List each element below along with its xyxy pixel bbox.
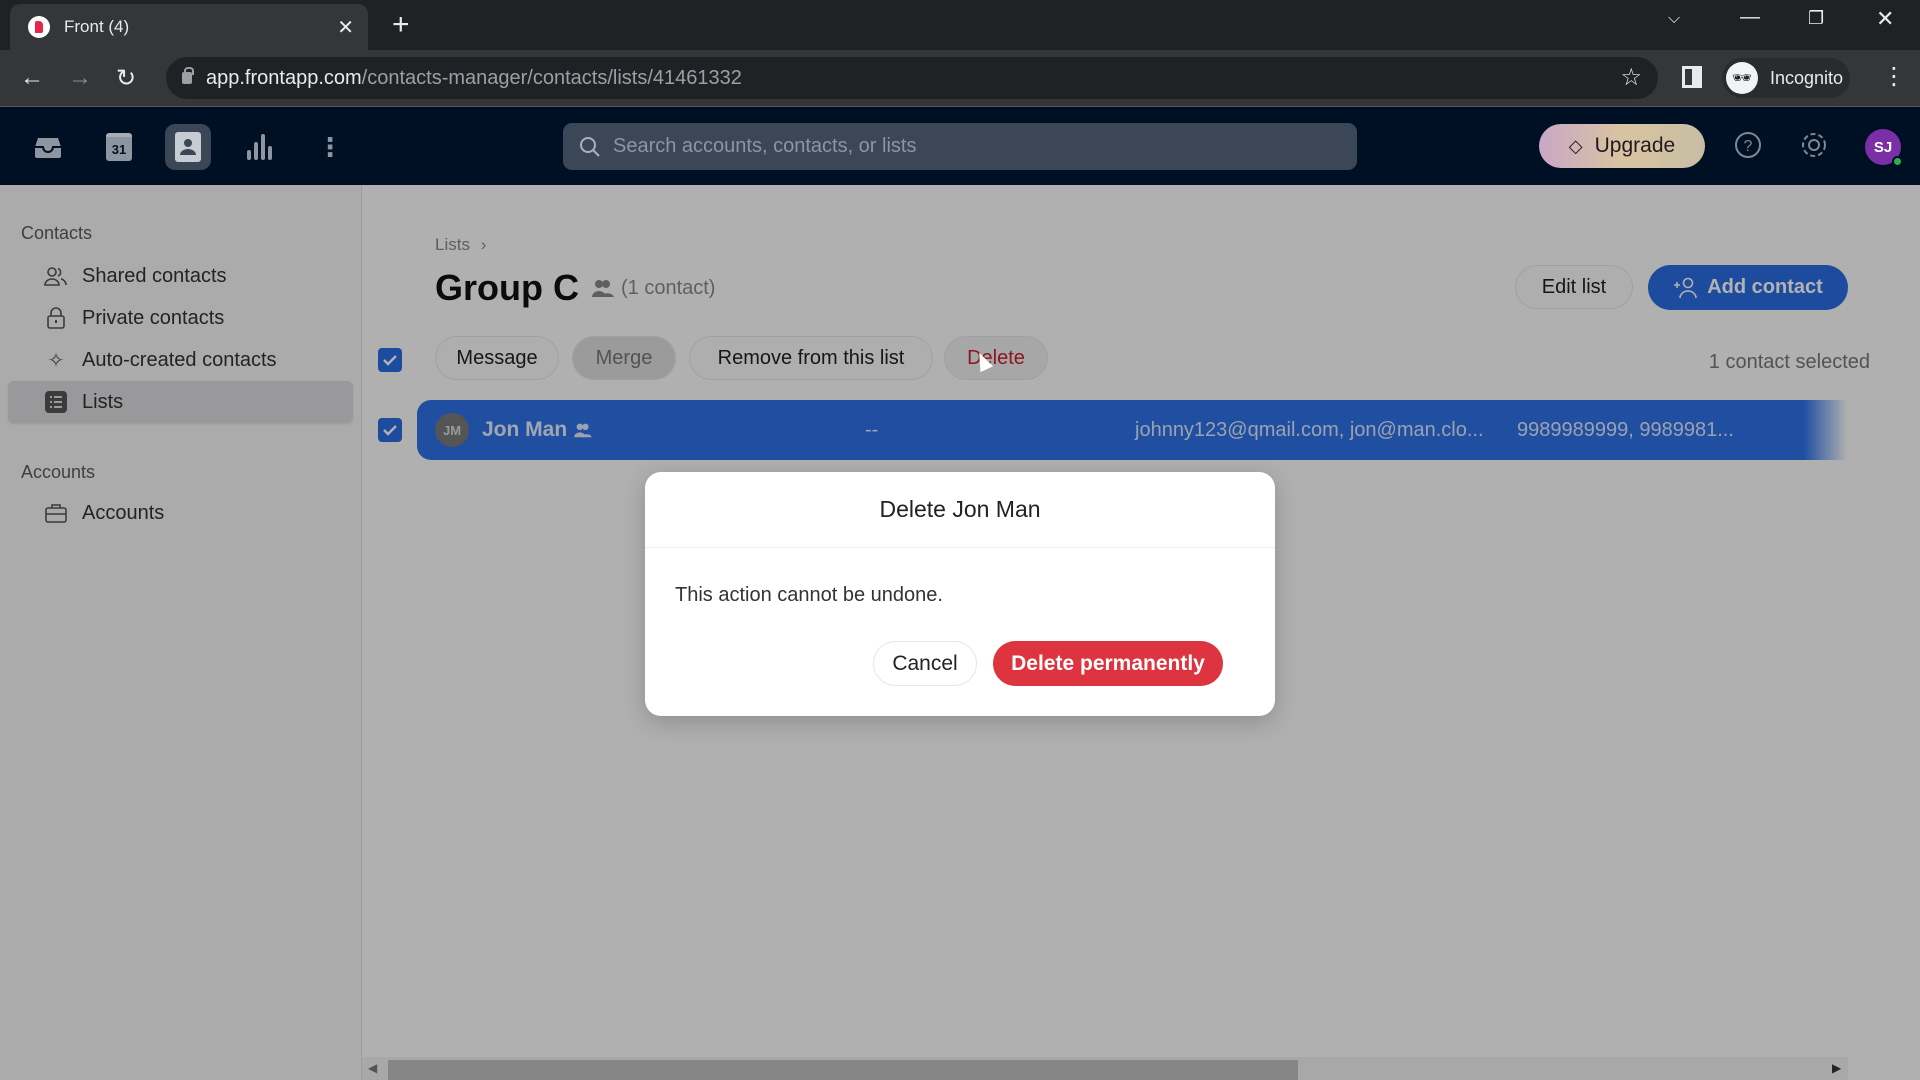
app-header: 31 ⋮ ◇ Upgrade ? SJ: [0, 106, 1920, 185]
upgrade-button[interactable]: ◇ Upgrade: [1539, 124, 1705, 168]
browser-toolbar: ← → ↻ app.frontapp.com /contacts-manager…: [0, 50, 1920, 106]
lock-icon: [182, 67, 194, 84]
bookmark-star-icon[interactable]: ☆: [1620, 63, 1642, 92]
reload-icon[interactable]: ↻: [116, 64, 136, 93]
side-panel-icon[interactable]: [1682, 66, 1702, 88]
incognito-profile-button[interactable]: 🕶 Incognito: [1722, 58, 1850, 98]
inbox-nav-button[interactable]: [25, 124, 71, 170]
calendar-nav-button[interactable]: 31: [96, 124, 142, 170]
incognito-label: Incognito: [1770, 67, 1844, 88]
contacts-icon: [175, 132, 201, 162]
contacts-nav-button[interactable]: [165, 124, 211, 170]
browser-menu-icon[interactable]: ⋮: [1882, 62, 1906, 91]
analytics-nav-button[interactable]: [236, 124, 282, 170]
settings-gear-icon[interactable]: [1799, 130, 1829, 160]
delete-permanently-button[interactable]: Delete permanently: [993, 641, 1223, 686]
svg-text:?: ?: [1744, 138, 1753, 155]
online-status-dot: [1892, 156, 1903, 167]
search-input[interactable]: [613, 135, 1313, 158]
cancel-label: Cancel: [892, 651, 958, 675]
dialog-title: Delete Jon Man: [645, 472, 1275, 548]
delete-confirmation-dialog: Delete Jon Man This action cannot be und…: [645, 472, 1275, 716]
cancel-button[interactable]: Cancel: [873, 641, 977, 686]
back-icon[interactable]: ←: [20, 64, 44, 92]
search-bar[interactable]: [563, 123, 1357, 170]
upgrade-label: Upgrade: [1594, 134, 1676, 157]
search-icon: [580, 136, 600, 157]
analytics-icon: [247, 134, 272, 160]
browser-tab[interactable]: Front (4) ✕: [10, 4, 368, 50]
tab-title: Front (4): [64, 17, 130, 36]
incognito-icon: 🕶: [1726, 62, 1758, 94]
forward-icon[interactable]: →: [68, 64, 92, 92]
restore-icon[interactable]: ❐: [1808, 8, 1824, 29]
calendar-day: 31: [111, 141, 127, 157]
close-tab-icon[interactable]: ✕: [337, 15, 354, 40]
front-favicon-icon: [28, 16, 50, 38]
diamond-icon: ◇: [1568, 135, 1583, 156]
browser-tab-strip: Front (4) ✕ + ⌵ — ❐ ✕: [0, 0, 1920, 50]
minimize-icon[interactable]: —: [1740, 6, 1760, 29]
tab-search-chevron-icon[interactable]: ⌵: [1668, 10, 1680, 28]
help-icon[interactable]: ?: [1733, 130, 1763, 160]
url-path: /contacts-manager/contacts/lists/4146133…: [361, 66, 742, 89]
more-icon: ⋮: [317, 131, 343, 162]
dialog-message: This action cannot be undone.: [675, 584, 943, 606]
address-bar[interactable]: app.frontapp.com /contacts-manager/conta…: [166, 57, 1658, 99]
user-avatar[interactable]: SJ: [1865, 129, 1903, 167]
new-tab-icon[interactable]: +: [392, 8, 410, 42]
url-host: app.frontapp.com: [206, 66, 362, 89]
more-nav-button[interactable]: ⋮: [307, 124, 353, 170]
calendar-icon: 31: [106, 133, 132, 161]
window-close-icon[interactable]: ✕: [1876, 6, 1894, 32]
avatar-initials: SJ: [1873, 138, 1893, 156]
inbox-icon: [35, 138, 61, 158]
delete-permanently-label: Delete permanently: [1011, 651, 1205, 675]
